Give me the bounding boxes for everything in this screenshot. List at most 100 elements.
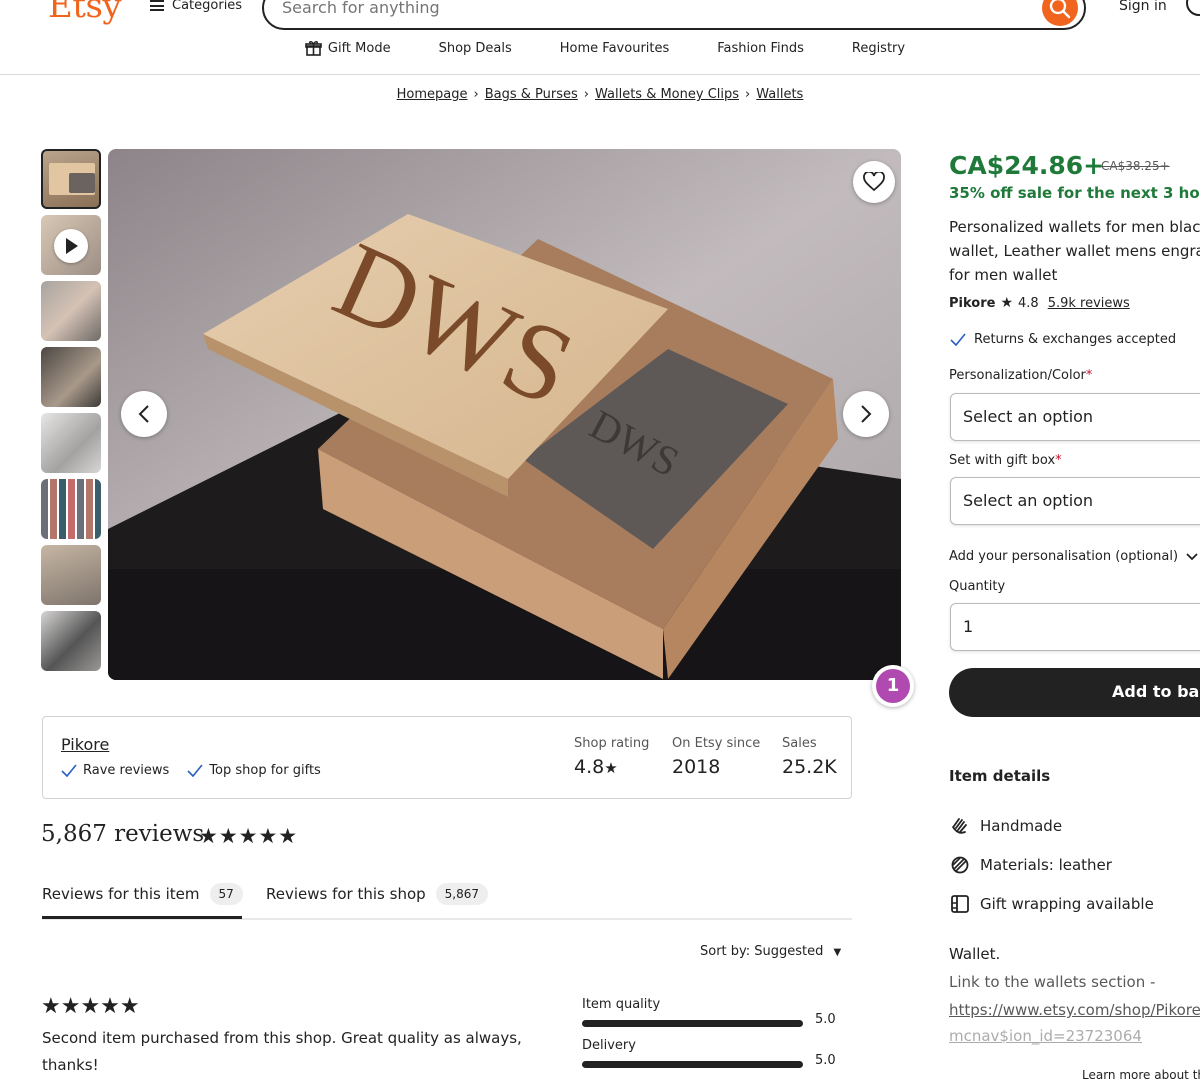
detail-materials: Materials: leather: [950, 855, 1112, 875]
sign-in-link[interactable]: Sign in: [1119, 0, 1167, 14]
rating-item-quality: Item quality 5.0: [582, 997, 842, 1027]
reviews-stars: ★★★★★: [199, 824, 299, 848]
chevron-right-icon: ›: [583, 87, 589, 102]
search-input[interactable]: [282, 0, 1022, 17]
tab-reviews-shop[interactable]: Reviews for this shop 5,867: [266, 880, 489, 907]
materials-icon: [951, 856, 969, 874]
nav-registry[interactable]: Registry: [852, 40, 905, 57]
shop-rating-stat: Shop rating 4.8★: [574, 736, 649, 778]
next-image-button[interactable]: [843, 391, 889, 437]
caret-down-icon: ▼: [833, 947, 842, 958]
personalization-color-select[interactable]: Select an option: [950, 393, 1200, 441]
stat-label: Sales: [782, 736, 817, 751]
nav-label: Fashion Finds: [717, 41, 804, 56]
thumbnail-6[interactable]: [41, 479, 101, 539]
product-title: Personalized wallets for men black walle…: [949, 218, 1200, 284]
add-to-basket-button[interactable]: Add to basket: [949, 668, 1200, 717]
etsy-logo[interactable]: Etsy: [48, 0, 122, 26]
tab-reviews-item[interactable]: Reviews for this item 57: [42, 880, 243, 907]
cart-icon[interactable]: [1186, 0, 1200, 16]
returns-info: Returns & exchanges accepted: [950, 332, 1176, 347]
rating-label: Item quality: [582, 997, 661, 1012]
favorite-button[interactable]: [853, 161, 895, 203]
stat-value: 25.2K: [782, 756, 837, 778]
stat-value: 2018: [672, 756, 721, 778]
description-link[interactable]: https://www.etsy.com/shop/Pikore: [949, 1001, 1200, 1019]
returns-label: Returns & exchanges accepted: [974, 332, 1177, 347]
sort-dropdown[interactable]: Sort by: Suggested ▼: [700, 944, 841, 959]
learn-more-link[interactable]: Learn more about this item: [1082, 1068, 1200, 1080]
thumbnail-video[interactable]: [41, 215, 101, 275]
hand-icon: [952, 818, 967, 834]
reviews-link[interactable]: 5.9k reviews: [1048, 296, 1130, 311]
chevron-down-icon: [1186, 552, 1198, 560]
rating-value: 5.0: [815, 1053, 836, 1068]
star-icon: ★: [1000, 295, 1014, 311]
shop-name-link[interactable]: Pikore: [61, 735, 109, 754]
play-icon: [66, 238, 78, 254]
rating-value: 5.0: [815, 1012, 836, 1027]
nav-shop-deals[interactable]: Shop Deals: [439, 40, 512, 57]
prev-image-button[interactable]: [121, 391, 167, 437]
tab-label: Reviews for this shop: [266, 884, 426, 903]
thumbnail-4[interactable]: [41, 347, 101, 407]
top-nav: Gift Mode Shop Deals Home Favourites Fas…: [0, 40, 1200, 57]
thumbnail-5[interactable]: [41, 413, 101, 473]
check-icon: [950, 332, 966, 346]
nav-fashion-finds[interactable]: Fashion Finds: [717, 40, 804, 57]
gift-wrap-icon: [951, 895, 969, 913]
thumbnail-strip: [41, 149, 103, 679]
star-icon: ★: [604, 759, 618, 777]
search-bar: [262, 0, 1086, 30]
breadcrumb-bags-purses[interactable]: Bags & Purses: [485, 87, 578, 102]
rating-bar: [582, 1061, 803, 1068]
categories-label: Categories: [172, 0, 243, 13]
breadcrumb-wallets[interactable]: Wallets: [756, 87, 803, 102]
shop-card: Pikore Rave reviews Top shop for gifts S…: [42, 716, 852, 799]
tab-label: Reviews for this item: [42, 884, 200, 903]
tab-count: 5,867: [435, 882, 489, 905]
required-marker: *: [1055, 453, 1062, 468]
nav-gift-mode[interactable]: Gift Mode: [305, 40, 391, 57]
option1-label: Personalization/Color*: [949, 368, 1093, 383]
detail-label: Handmade: [980, 817, 1063, 835]
reviews-tabs: Reviews for this item 57 Reviews for thi…: [42, 880, 852, 920]
nav-home-favourites[interactable]: Home Favourites: [560, 40, 669, 57]
categories-button[interactable]: Categories: [150, 0, 242, 13]
check-icon: [187, 763, 203, 777]
main-product-image[interactable]: DWS DWS: [108, 149, 901, 680]
notification-badge[interactable]: 1: [872, 665, 914, 707]
sales-stat: Sales 25.2K: [782, 736, 837, 778]
nav-label: Gift Mode: [327, 41, 391, 56]
breadcrumb-homepage[interactable]: Homepage: [397, 87, 468, 102]
rating-delivery: Delivery 5.0: [582, 1038, 842, 1068]
thumbnail-8[interactable]: [41, 611, 101, 671]
stat-value: 4.8★: [574, 756, 618, 778]
thumbnail-3[interactable]: [41, 281, 101, 341]
shop-badge-rave-reviews: Rave reviews: [61, 763, 169, 778]
thumbnail-7[interactable]: [41, 545, 101, 605]
gift-box-select[interactable]: Select an option: [950, 477, 1200, 525]
tab-count: 57: [209, 882, 243, 905]
header-divider: [0, 74, 1200, 75]
quantity-input[interactable]: 1: [950, 603, 1200, 651]
seller-name[interactable]: Pikore: [949, 296, 995, 311]
badge-number: 1: [876, 669, 910, 703]
seller-rating: 4.8: [1018, 295, 1039, 311]
breadcrumb-wallets-money-clips[interactable]: Wallets & Money Clips: [595, 87, 739, 102]
review-stars: ★★★★★: [41, 994, 140, 1019]
item-details-title: Item details: [949, 767, 1051, 785]
nav-label: Shop Deals: [438, 41, 512, 56]
thumbnail-1[interactable]: [41, 149, 101, 209]
option2-label: Set with gift box*: [949, 453, 1062, 468]
product-photo: DWS DWS: [108, 149, 901, 680]
nav-label: Registry: [851, 41, 906, 56]
price: CA$24.86+: [949, 151, 1105, 180]
menu-icon: [150, 0, 164, 11]
personalisation-label: Add your personalisation (optional): [949, 549, 1179, 564]
search-button[interactable]: [1042, 0, 1078, 26]
seller-info: Pikore ★ 4.8 5.9k reviews: [949, 295, 1130, 311]
add-personalisation-toggle[interactable]: Add your personalisation (optional): [949, 549, 1198, 564]
original-price: CA$38.25+: [1101, 159, 1170, 173]
description-link-cont[interactable]: mcnav$ion_id=23723064: [949, 1027, 1142, 1045]
